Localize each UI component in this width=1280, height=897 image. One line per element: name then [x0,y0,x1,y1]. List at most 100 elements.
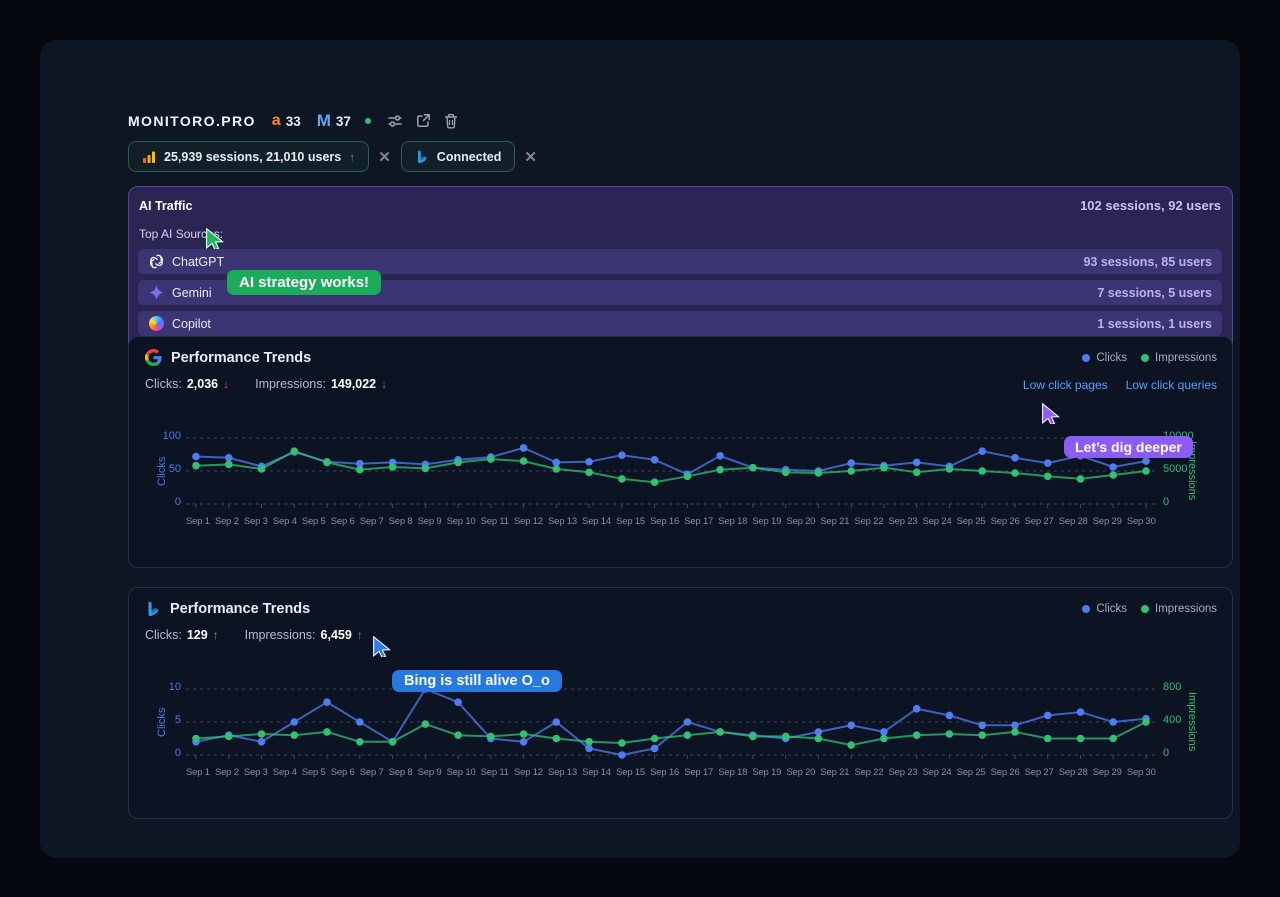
legend-item-impressions[interactable]: Impressions [1141,352,1217,364]
bing-icon [415,149,429,164]
x-tick-label: Sep 25 [957,767,986,778]
x-tick-label: Sep 25 [957,516,986,527]
ai-traffic-total: 102 sessions, 92 users [1080,198,1221,213]
right-axis-label: Impressions [1185,685,1199,759]
x-tick-label: Sep 20 [786,516,815,527]
x-tick-label: Sep 9 [418,516,442,527]
ai-source-row-copilot[interactable]: Copilot 1 sessions, 1 users [138,311,1222,336]
x-tick-label: Sep 12 [514,767,543,778]
x-tick-label: Sep 12 [514,516,543,527]
left-axis-label: Clicks [155,685,169,759]
x-tick-label: Sep 28 [1059,516,1088,527]
x-tick-label: Sep 14 [582,767,611,778]
remove-analytics-chip-button[interactable]: ✕ [378,148,391,166]
analytics-chip-label: 25,939 sessions, 21,010 users [164,150,341,164]
clicks-stat: Clicks: 129 ↑ [145,628,219,642]
connection-chips: 25,939 sessions, 21,010 users ↑ ✕ Connec… [128,141,547,172]
dashboard-card: MONITORO.PRO a 33 M 37 [40,40,1240,858]
ai-source-value: 1 sessions, 1 users [1097,317,1212,331]
x-tick-label: Sep 22 [854,516,883,527]
impressions-stat: Impressions: 149,022 ↓ [255,377,387,391]
blue-cursor-icon [372,636,392,657]
x-tick-label: Sep 19 [752,767,781,778]
analytics-chip[interactable]: 25,939 sessions, 21,010 users ↑ [128,141,369,172]
ai-strategy-tooltip: AI strategy works! [227,270,381,295]
x-tick-label: Sep 29 [1093,516,1122,527]
purple-cursor-icon [1041,403,1061,424]
chart-legend: Clicks Impressions [1082,603,1217,615]
x-tick-label: Sep 7 [360,516,384,527]
x-tick-label: Sep 11 [481,767,509,778]
x-tick-label: Sep 13 [548,767,577,778]
x-tick-label: Sep 13 [548,516,577,527]
copilot-icon [148,315,165,332]
online-status-dot [365,118,371,124]
ai-source-name: Gemini [172,286,212,300]
x-tick-label: Sep 15 [616,516,645,527]
chatgpt-icon [148,253,165,270]
x-tick-label: Sep 17 [684,767,713,778]
x-tick-label: Sep 3 [244,767,268,778]
impressions-stat: Impressions: 6,459 ↑ [245,628,363,642]
sliders-icon[interactable] [387,113,403,129]
bing-performance-panel: Performance Trends Clicks Impressions Cl… [128,587,1233,819]
x-tick-label: Sep 18 [718,767,747,778]
low-click-pages-link[interactable]: Low click pages [1023,378,1108,392]
x-tick-label: Sep 21 [820,767,849,778]
x-tick-label: Sep 17 [684,516,713,527]
remove-bing-chip-button[interactable]: ✕ [524,148,537,166]
majestic-icon: M [317,111,331,131]
x-tick-label: Sep 30 [1127,767,1156,778]
ahrefs-score-badge: a 33 [272,112,301,130]
x-tick-label: Sep 1 [186,516,210,527]
dig-deeper-tooltip: Let’s dig deeper [1064,436,1193,458]
legend-item-clicks[interactable]: Clicks [1082,352,1127,364]
ai-source-name: Copilot [172,317,211,331]
clicks-legend-dot [1082,605,1090,613]
green-cursor-icon [205,228,225,249]
project-header: MONITORO.PRO a 33 M 37 [128,110,458,132]
ai-source-value: 93 sessions, 85 users [1083,255,1212,269]
impressions-legend-dot [1141,354,1149,362]
x-tick-label: Sep 5 [302,767,326,778]
ahrefs-icon: a [272,112,281,130]
low-click-queries-link[interactable]: Low click queries [1126,378,1217,392]
x-tick-label: Sep 27 [1025,767,1054,778]
x-tick-label: Sep 4 [273,767,297,778]
x-tick-label: Sep 8 [389,516,413,527]
x-tick-label: Sep 10 [447,767,476,778]
x-tick-label: Sep 9 [418,767,442,778]
ai-traffic-title: AI Traffic [139,199,193,213]
x-tick-label: Sep 26 [991,767,1020,778]
x-tick-label: Sep 19 [752,516,781,527]
x-tick-label: Sep 21 [820,516,849,527]
x-axis-labels: Sep 1Sep 2Sep 3Sep 4Sep 5Sep 6Sep 7Sep 8… [186,516,1156,527]
panel-links: Low click pages Low click queries [1023,378,1217,392]
ahrefs-score: 33 [286,114,301,129]
x-tick-label: Sep 20 [786,767,815,778]
bing-icon [145,600,161,617]
x-tick-label: Sep 26 [991,516,1020,527]
trend-down-arrow: ↓ [223,377,229,391]
x-tick-label: Sep 10 [447,516,476,527]
project-title: MONITORO.PRO [128,113,256,129]
external-link-icon[interactable] [416,113,431,128]
x-tick-label: Sep 3 [244,516,268,527]
panel-stats: Clicks: 2,036 ↓ Impressions: 149,022 ↓ [145,377,387,391]
x-tick-label: Sep 27 [1025,516,1054,527]
analytics-bars-icon [142,150,156,164]
panel-title: Performance Trends [170,601,310,617]
impressions-legend-dot [1141,605,1149,613]
bing-trends-chart[interactable] [186,685,1156,763]
legend-item-clicks[interactable]: Clicks [1082,603,1127,615]
x-tick-label: Sep 14 [582,516,611,527]
bing-alive-tooltip: Bing is still alive O_o [392,670,562,692]
x-tick-label: Sep 2 [215,516,239,527]
google-trends-chart[interactable] [186,434,1156,512]
x-tick-label: Sep 22 [854,767,883,778]
bing-connected-chip[interactable]: Connected [401,141,516,172]
trash-icon[interactable] [444,113,458,129]
legend-item-impressions[interactable]: Impressions [1141,603,1217,615]
x-tick-label: Sep 18 [718,516,747,527]
panel-title: Performance Trends [171,350,311,366]
